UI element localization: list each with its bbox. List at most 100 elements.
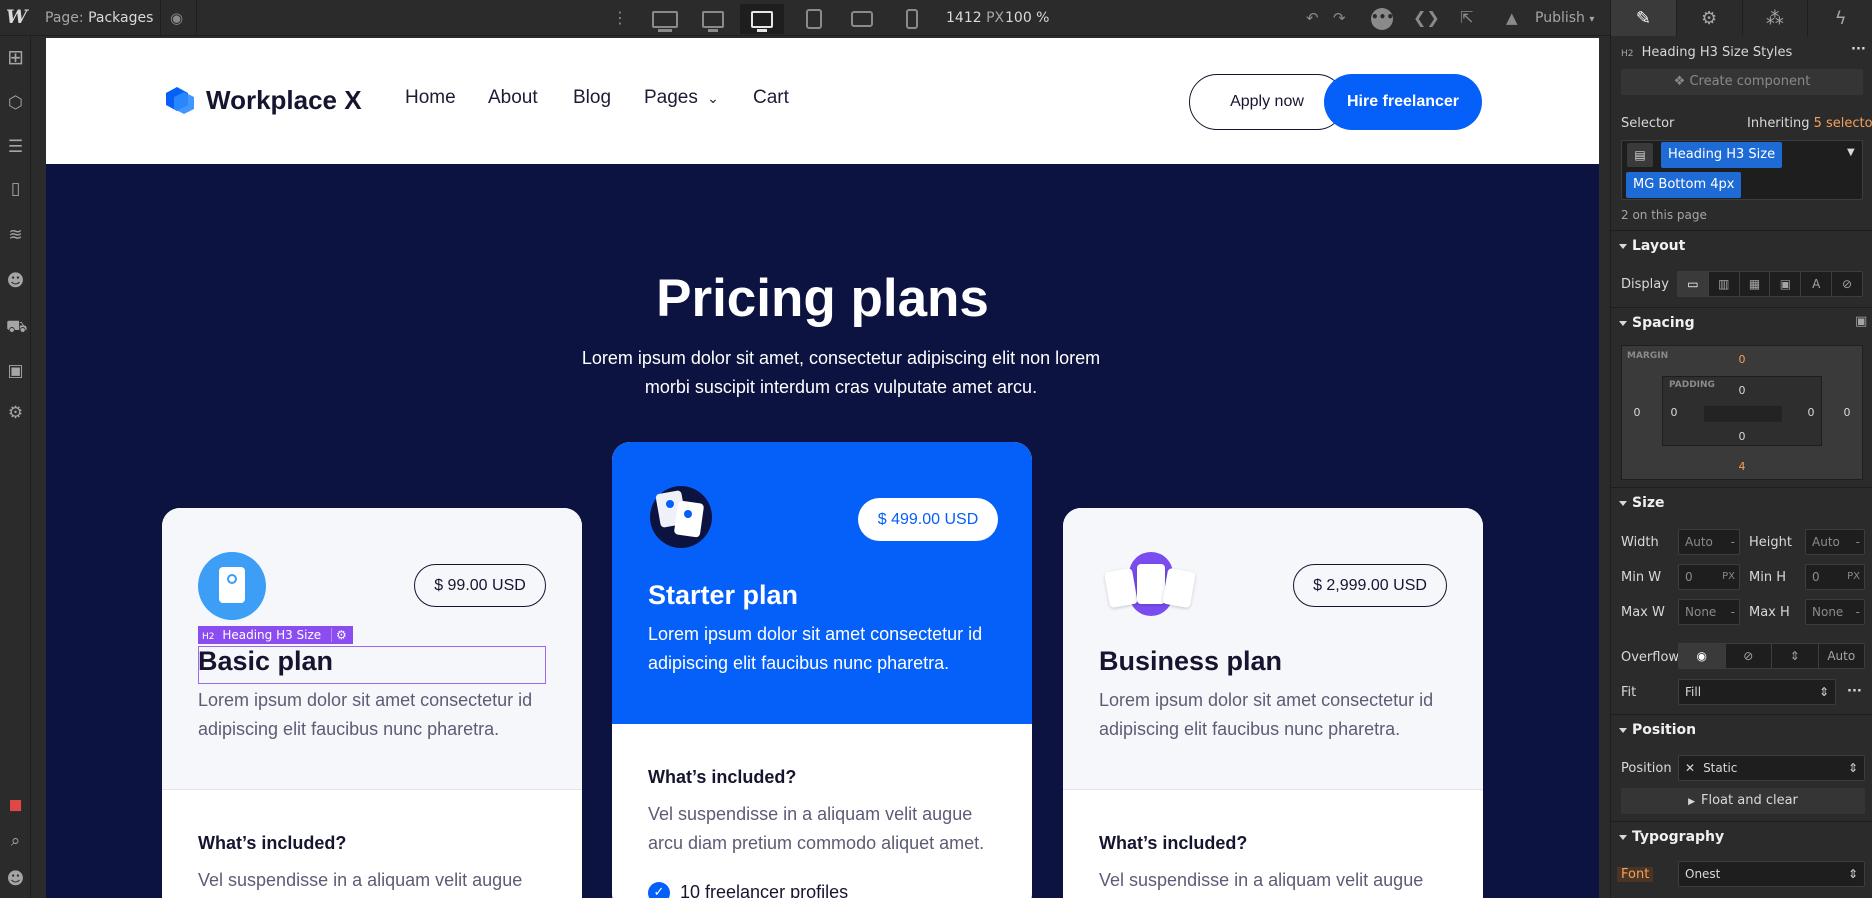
plan-title[interactable]: Business plan bbox=[1099, 646, 1282, 677]
width-input[interactable]: Auto - bbox=[1678, 529, 1740, 555]
min-height-value: 0 bbox=[1812, 570, 1820, 584]
display-grid-icon[interactable]: ▦ bbox=[1740, 272, 1771, 296]
help-users-icon[interactable]: ☻ bbox=[6, 870, 25, 889]
selector-chip-heading-h3-size[interactable]: Heading H3 Size bbox=[1661, 142, 1783, 168]
interactions-tab[interactable]: ϟ bbox=[1808, 0, 1872, 36]
height-label: Height bbox=[1749, 535, 1792, 550]
padding-left-value[interactable]: 0 bbox=[1664, 406, 1684, 419]
pages-icon[interactable]: ▯ bbox=[6, 180, 25, 199]
desktop-xl-breakpoint[interactable] bbox=[691, 4, 735, 34]
display-block-icon[interactable]: ▭ bbox=[1678, 272, 1709, 296]
layout-section-header[interactable]: Layout bbox=[1611, 230, 1872, 260]
nav-link-about[interactable]: About bbox=[488, 87, 538, 109]
price-badge: $ 499.00 USD bbox=[858, 498, 998, 541]
nav-link-pages[interactable]: Pages ⌄ bbox=[644, 87, 719, 109]
vertical-dots-icon[interactable]: ⋮ bbox=[612, 8, 628, 28]
export-icon[interactable]: ⇱ bbox=[1460, 8, 1473, 28]
settings-gear-icon[interactable]: ⚙ bbox=[6, 404, 25, 423]
padding-right-value[interactable]: 0 bbox=[1801, 406, 1821, 419]
size-section-header[interactable]: Size bbox=[1611, 487, 1872, 517]
nav-link-cart[interactable]: Cart bbox=[753, 87, 789, 109]
desktop-base-breakpoint[interactable] bbox=[740, 4, 784, 34]
design-canvas[interactable]: Workplace X Home About Blog Pages ⌄ Cart… bbox=[46, 38, 1599, 898]
tablet-breakpoint[interactable] bbox=[792, 4, 836, 34]
more-options-icon[interactable]: ··· bbox=[1851, 42, 1866, 57]
publish-button[interactable]: Publish ▾ bbox=[1535, 10, 1594, 26]
selector-chip-mg-bottom[interactable]: MG Bottom 4px bbox=[1626, 172, 1742, 198]
redo-icon[interactable]: ↷ bbox=[1333, 8, 1346, 28]
margin-right-value[interactable]: 0 bbox=[1837, 406, 1857, 419]
padding-bottom-value[interactable]: 0 bbox=[1732, 430, 1752, 443]
create-component-button[interactable]: ❖ Create component bbox=[1621, 69, 1863, 95]
nav-link-blog[interactable]: Blog bbox=[573, 87, 611, 109]
font-select[interactable]: Onest ⇕ bbox=[1678, 861, 1865, 887]
margin-left-value[interactable]: 0 bbox=[1627, 406, 1647, 419]
audit-icon[interactable]: ◼ bbox=[6, 796, 25, 815]
overflow-visible-icon[interactable]: ◉ bbox=[1679, 644, 1726, 668]
ecommerce-icon[interactable]: ⛟ bbox=[6, 318, 27, 337]
cms-icon[interactable]: ≋ bbox=[6, 226, 25, 245]
max-width-input[interactable]: None - bbox=[1678, 599, 1740, 625]
component-icon: ❖ bbox=[1673, 74, 1690, 89]
components-icon[interactable]: ⬡ bbox=[6, 94, 25, 113]
mobile-landscape-breakpoint[interactable] bbox=[840, 4, 884, 34]
webflow-logo-icon[interactable]: W bbox=[6, 6, 28, 28]
display-flex-icon[interactable]: ▥ bbox=[1709, 272, 1740, 296]
code-icon[interactable]: ❮❯ bbox=[1413, 8, 1440, 28]
margin-top-value[interactable]: 0 bbox=[1732, 353, 1752, 366]
apply-now-button[interactable]: Apply now bbox=[1189, 74, 1345, 130]
display-inline-icon[interactable]: A bbox=[1801, 272, 1833, 296]
min-height-input[interactable]: 0 PX bbox=[1805, 564, 1865, 590]
designer-left-toolbar: ⊞ ⬡ ☰ ▯ ≋ ☻ ⛟ ▣ ⚙ ◼ ⌕ ☻ bbox=[0, 36, 31, 898]
profile-card-icon bbox=[198, 552, 266, 620]
overflow-hidden-icon[interactable]: ⊘ bbox=[1726, 644, 1772, 668]
users-icon[interactable]: ☻ bbox=[6, 272, 25, 291]
page-selector[interactable]: Page: Packages bbox=[45, 10, 153, 26]
comment-icon[interactable]: ••• bbox=[1371, 8, 1394, 30]
unit-dash: - bbox=[1855, 535, 1860, 549]
fit-value: Fill bbox=[1685, 685, 1702, 699]
overflow-scroll-icon[interactable]: ⇕ bbox=[1772, 644, 1819, 668]
display-none-icon[interactable]: ⊘ bbox=[1832, 272, 1862, 296]
chevron-down-icon[interactable]: ▼ bbox=[1847, 147, 1855, 158]
eye-icon[interactable]: ◉ bbox=[170, 8, 183, 28]
spacing-section-header[interactable]: Spacing bbox=[1611, 307, 1872, 337]
position-section-header[interactable]: Position bbox=[1611, 714, 1872, 744]
style-manager-tab[interactable]: ⁂ bbox=[1743, 0, 1809, 36]
max-height-label: Max H bbox=[1749, 605, 1790, 620]
selector-type-icon[interactable]: ▤ bbox=[1627, 143, 1653, 167]
canvas-width-readout[interactable]: 1412 PX bbox=[946, 10, 1004, 26]
zoom-level[interactable]: 100 % bbox=[1005, 10, 1049, 26]
fit-select[interactable]: Fill ⇕ bbox=[1678, 679, 1836, 705]
inheriting-info[interactable]: Inheriting 5 selectors bbox=[1747, 116, 1872, 131]
unit-dash: - bbox=[1730, 605, 1735, 619]
undo-icon[interactable]: ↶ bbox=[1306, 8, 1319, 28]
brand-name[interactable]: Workplace X bbox=[206, 85, 362, 116]
margin-bottom-value[interactable]: 4 bbox=[1732, 460, 1752, 473]
position-select[interactable]: ✕ Static ⇕ bbox=[1678, 755, 1865, 781]
selected-element-tag[interactable]: H2 Heading H3 Size ⚙ bbox=[198, 626, 353, 644]
search-icon[interactable]: ⌕ bbox=[6, 832, 25, 851]
style-brush-tab[interactable]: ✎ bbox=[1611, 0, 1677, 36]
min-width-input[interactable]: 0 PX bbox=[1678, 564, 1740, 590]
hire-freelancer-button[interactable]: Hire freelancer bbox=[1324, 74, 1482, 130]
max-height-input[interactable]: None - bbox=[1805, 599, 1865, 625]
typography-section-header[interactable]: Typography bbox=[1611, 821, 1872, 851]
overflow-auto-button[interactable]: Auto bbox=[1819, 644, 1865, 668]
more-options-icon[interactable]: ··· bbox=[1847, 684, 1862, 699]
mobile-portrait-breakpoint[interactable] bbox=[890, 4, 934, 34]
add-element-icon[interactable]: ⊞ bbox=[6, 47, 25, 67]
settings-tab[interactable]: ⚙ bbox=[1677, 0, 1743, 36]
gear-icon[interactable]: ⚙ bbox=[331, 628, 347, 642]
height-input[interactable]: Auto - bbox=[1805, 529, 1865, 555]
chevron-right-icon: ▶ bbox=[1688, 797, 1695, 807]
desktop-xxl-breakpoint[interactable] bbox=[643, 4, 687, 34]
padding-top-value[interactable]: 0 bbox=[1732, 384, 1752, 397]
spacing-preset-icon[interactable]: ▣ bbox=[1855, 314, 1867, 329]
nav-link-home[interactable]: Home bbox=[405, 87, 456, 109]
plan-title[interactable]: Starter plan bbox=[648, 580, 798, 611]
assets-icon[interactable]: ▣ bbox=[6, 362, 25, 381]
navigator-icon[interactable]: ☰ bbox=[6, 138, 25, 157]
float-and-clear-button[interactable]: ▶ Float and clear bbox=[1621, 788, 1865, 814]
display-inline-block-icon[interactable]: ▣ bbox=[1770, 272, 1802, 296]
